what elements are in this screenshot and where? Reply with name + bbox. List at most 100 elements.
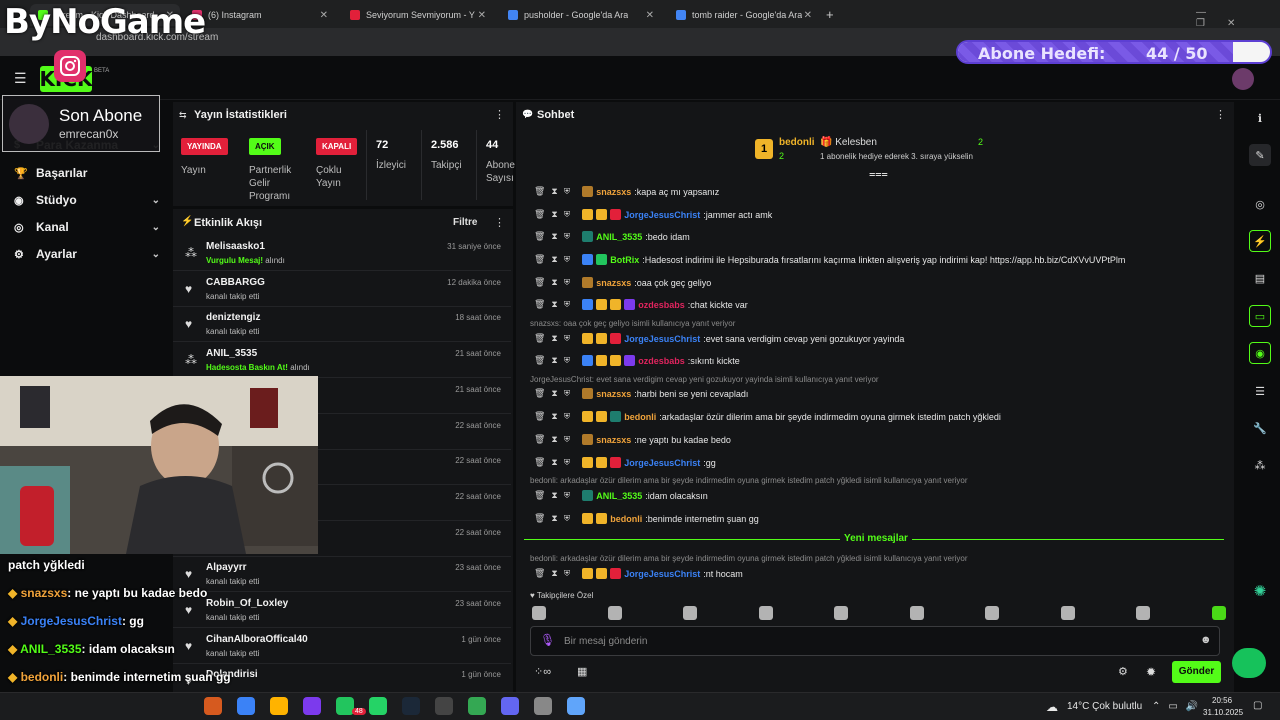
chat-username[interactable]: JorgeJesusChrist [624, 210, 700, 220]
reply-context[interactable]: bedonli: arkadaşlar özür dilerim ama bir… [530, 476, 968, 485]
chat-message[interactable]: 🗑⧗⛨ snazsxs: ne yaptı bu kadae bedo [534, 434, 731, 445]
chat-message[interactable]: 🗑⧗⛨ snazsxs: kapa aç mı yapsanız [534, 186, 719, 197]
broadcast-icon[interactable]: ◉ [1249, 342, 1271, 364]
reply-context[interactable]: JorgeJesusChrist: evet sana verdigim cev… [530, 375, 879, 384]
edit-icon[interactable]: ✎ [1249, 144, 1271, 166]
chat-message[interactable]: 🗑⧗⛨ JorgeJesusChrist: jammer actı amk [534, 209, 772, 220]
emote-icon[interactable] [758, 606, 773, 620]
app-icon[interactable] [204, 697, 222, 715]
emoji-icon[interactable]: ☻ [1200, 634, 1212, 646]
info-icon[interactable]: ℹ [1249, 107, 1271, 129]
document-icon[interactable]: ▤ [1249, 267, 1271, 289]
sidebar-item-4[interactable]: ⚙ Ayarlar ⌄ [14, 247, 160, 261]
emote-icon[interactable] [607, 606, 622, 620]
moderation-tools[interactable]: 🗑⧗⛨ [534, 277, 576, 288]
new-tab-icon[interactable]: + [826, 7, 834, 22]
chat-toggle-icon[interactable]: ▭ [1249, 305, 1271, 327]
activity-user[interactable]: CihanAlboraOffical40 [206, 634, 308, 645]
clock-time[interactable]: 20:56 [1212, 696, 1232, 705]
menu-icon[interactable]: ☰ [14, 70, 27, 87]
layout-icon[interactable]: ☰ [1249, 380, 1271, 402]
chrome-icon[interactable] [501, 697, 519, 715]
moderation-tools[interactable]: 🗑⧗⛨ [534, 231, 576, 242]
moderation-tools[interactable]: 🗑⧗⛨ [534, 434, 576, 445]
reply-context[interactable]: bedonli: arkadaşlar özür dilerim ama bir… [530, 554, 968, 563]
extension-icon[interactable]: ✺ [1249, 580, 1271, 602]
avatar[interactable] [1232, 68, 1254, 90]
chat-message[interactable]: 🗑⧗⛨ BotRix: Hadesost indirimi ile Hepsibu… [534, 254, 1125, 265]
stats-menu-icon[interactable]: ⋮ [494, 108, 505, 121]
camera-icon[interactable]: ◎ [1249, 193, 1271, 215]
emote-icon[interactable] [683, 606, 697, 620]
emote-icon[interactable] [1060, 606, 1075, 620]
chat-username[interactable]: bedonli [624, 412, 656, 422]
activity-user[interactable]: deniztengiz [206, 312, 260, 323]
chat-username[interactable]: snazsxs [596, 187, 631, 197]
moderation-tools[interactable]: 🗑⧗⛨ [534, 299, 576, 310]
explorer-icon[interactable] [237, 697, 255, 715]
activity-user[interactable]: Alpayyrr [206, 562, 247, 573]
activity-user[interactable]: CABBARGG [206, 277, 265, 288]
moderation-tools[interactable]: 🗑⧗⛨ [534, 254, 576, 265]
chat-message[interactable]: 🗑⧗⛨ JorgeJesusChrist: evet sana verdigim … [534, 333, 904, 344]
activity-item[interactable]: ♥ deniztengiz kanalı takip etti 18 saat önc… [173, 306, 511, 343]
emote-icon[interactable] [1136, 606, 1150, 620]
browser-tab[interactable]: Seviyorum Sevmiyorum - Y ✕ [342, 4, 492, 26]
emote-icon[interactable] [532, 606, 546, 620]
leader-user-2[interactable]: 🎁 Kelesben [820, 137, 877, 148]
chat-message[interactable]: 🗑⧗⛨ snazsxs: harbi beni se yeni cevapladı [534, 388, 748, 399]
moderation-tools[interactable]: 🗑⧗⛨ [534, 355, 576, 366]
moderation-tools[interactable]: 🗑⧗⛨ [534, 568, 576, 579]
folder-icon[interactable] [270, 697, 288, 715]
chat-username[interactable]: BotRix [610, 255, 639, 265]
notification-icon[interactable]: ▢ [1253, 700, 1262, 711]
tab-close-icon[interactable]: ✕ [320, 10, 328, 21]
chat-username[interactable]: snazsxs [596, 278, 631, 288]
emote-icon[interactable] [985, 606, 999, 620]
chat-message[interactable]: 🗑⧗⛨ bedonli: benimde internetim şuan gg [534, 513, 759, 524]
support-bubble[interactable] [1232, 648, 1266, 678]
reply-context[interactable]: snazsxs: oaa çok geç geliyo isimli kulla… [530, 319, 735, 328]
chat-username[interactable]: JorgeJesusChrist [624, 458, 700, 468]
filter-button[interactable]: Filtre [453, 217, 477, 228]
edge-icon[interactable] [369, 697, 387, 715]
chat-message[interactable]: 🗑⧗⛨ ozdesbabs: chat kickte var [534, 299, 748, 310]
points-icon[interactable]: ⁘∞ [534, 665, 551, 678]
leader-user[interactable]: bedonli [779, 137, 815, 148]
sidebar-item-3[interactable]: ◎ Kanal ⌄ [14, 220, 160, 234]
moderation-tools[interactable]: 🗑⧗⛨ [534, 490, 576, 501]
kick-icon[interactable] [468, 697, 486, 715]
obs-icon[interactable] [567, 697, 585, 715]
activity-item[interactable]: ♥ Robin_Of_Loxley kanalı takip etti 23 saat… [173, 592, 511, 628]
tray-icons[interactable]: ⌃▭🔊 [1152, 701, 1206, 712]
chat-menu-icon[interactable]: ⋮ [1215, 108, 1226, 121]
store-icon[interactable]: ▦ [577, 665, 587, 678]
lightning-icon[interactable]: ⚡ [1249, 230, 1271, 252]
chat-username[interactable]: snazsxs [596, 435, 631, 445]
settings-icon[interactable]: ⚙ [1118, 665, 1128, 678]
chat-username[interactable]: JorgeJesusChrist [624, 569, 700, 579]
collapse-icon[interactable]: ⩶ [869, 168, 888, 181]
chat-username[interactable]: ANIL_3535 [596, 232, 642, 242]
emote-icon[interactable] [909, 606, 924, 620]
browser-tab[interactable]: (6) Instagram ✕ [184, 4, 334, 26]
activity-item[interactable]: ♥ CABBARGG kanalı takip etti 12 dakika önce [173, 271, 511, 307]
chrome-icon[interactable] [303, 697, 321, 715]
chevron-down-icon[interactable]: ⌄ [152, 222, 160, 233]
badge-icon[interactable]: ✹ [1146, 665, 1156, 679]
activity-user[interactable]: Robin_Of_Loxley [206, 598, 288, 609]
mic-icon[interactable]: 🎙 [540, 633, 555, 647]
moderation-tools[interactable]: 🗑⧗⛨ [534, 388, 576, 399]
chat-message[interactable]: 🗑⧗⛨ ANIL_3535: idam olacaksın [534, 490, 708, 501]
chevron-down-icon[interactable]: ⌄ [152, 249, 160, 260]
moderation-tools[interactable]: 🗑⧗⛨ [534, 411, 576, 422]
activity-item[interactable]: ♥ CihanAlboraOffical40 kanalı takip etti 1 … [173, 628, 511, 664]
app-icon[interactable] [534, 697, 552, 715]
moderation-tools[interactable]: 🗑⧗⛨ [534, 513, 576, 524]
chat-message[interactable]: 🗑⧗⛨ bedonli: arkadaşlar özür dilerim ama … [534, 411, 1001, 422]
tab-close-icon[interactable]: ✕ [478, 10, 486, 21]
moderation-tools[interactable]: 🗑⧗⛨ [534, 457, 576, 468]
chat-username[interactable]: JorgeJesusChrist [624, 334, 700, 344]
sidebar-item-1[interactable]: 🏆 Başarılar [14, 166, 160, 180]
share-icon[interactable]: ⁂ [1249, 454, 1271, 476]
